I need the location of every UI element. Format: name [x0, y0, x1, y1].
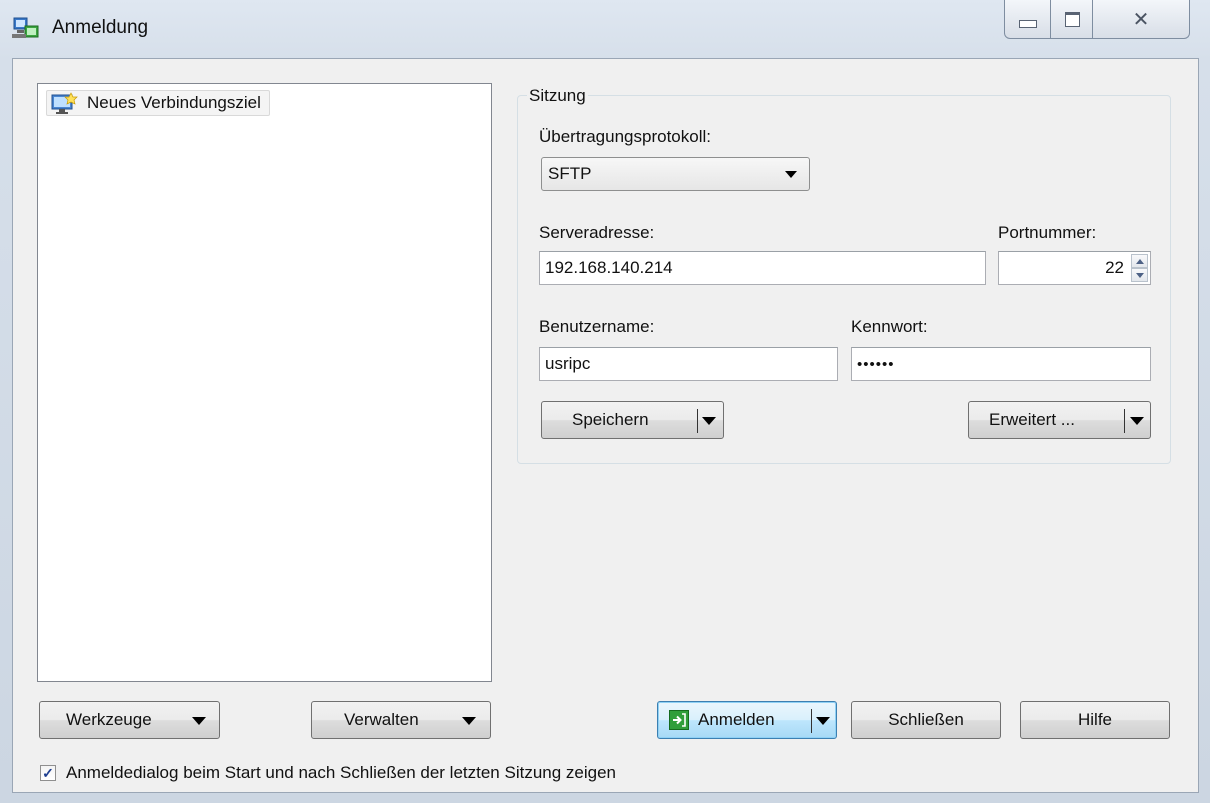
minimize-icon: [1019, 20, 1037, 28]
login-window: Anmeldung ✕ Neues Verbindungsziel Sitzun…: [0, 0, 1210, 803]
tree-item-label: Neues Verbindungsziel: [87, 93, 261, 112]
help-button-label: Hilfe: [1077, 710, 1112, 729]
tools-button-label: Werkzeuge: [66, 710, 152, 729]
caption-buttons: ✕: [1004, 0, 1190, 40]
split-separator: [697, 409, 698, 433]
advanced-dropdown-arrow-icon[interactable]: [1130, 417, 1144, 425]
login-dropdown-arrow-icon[interactable]: [816, 717, 830, 725]
protocol-select[interactable]: SFTP: [541, 157, 810, 191]
chevron-down-icon: [462, 717, 476, 725]
tree-item-new-site[interactable]: Neues Verbindungsziel: [46, 90, 270, 116]
show-login-dialog-checkbox[interactable]: ✓: [40, 765, 56, 781]
split-separator: [811, 709, 812, 733]
site-tree[interactable]: Neues Verbindungsziel: [37, 83, 492, 682]
port-increment-button[interactable]: [1131, 254, 1148, 268]
port-number-stepper[interactable]: 22: [998, 251, 1151, 285]
manage-menu-button[interactable]: Verwalten: [311, 701, 491, 739]
protocol-label: Übertragungsprotokoll:: [539, 127, 711, 146]
close-window-button[interactable]: ✕: [1092, 0, 1190, 39]
tools-menu-button[interactable]: Werkzeuge: [39, 701, 220, 739]
close-button[interactable]: Schließen: [851, 701, 1001, 739]
save-dropdown-arrow-icon[interactable]: [702, 417, 716, 425]
username-value: usripc: [545, 354, 591, 373]
username-field[interactable]: usripc: [539, 347, 838, 381]
chevron-up-icon: [1135, 258, 1144, 264]
chevron-down-icon: [785, 171, 797, 178]
save-button-label: Speichern: [572, 410, 649, 429]
manage-button-label: Verwalten: [344, 710, 419, 729]
username-label: Benutzername:: [539, 317, 655, 336]
login-button-label: Anmelden: [698, 710, 775, 729]
close-button-label: Schließen: [888, 710, 964, 729]
advanced-button-label: Erweitert ...: [989, 410, 1075, 429]
app-icon: [12, 17, 39, 38]
password-label: Kennwort:: [851, 317, 928, 336]
password-field[interactable]: ••••••: [851, 347, 1151, 381]
server-address-value: 192.168.140.214: [545, 258, 673, 277]
chevron-down-icon: [1135, 272, 1144, 278]
dialog-client-area: Neues Verbindungsziel Sitzung Übertragun…: [12, 58, 1199, 793]
port-decrement-button[interactable]: [1131, 268, 1148, 282]
window-title: Anmeldung: [52, 17, 149, 38]
password-value: ••••••: [857, 355, 895, 373]
server-label: Serveradresse:: [539, 223, 655, 242]
login-split-button[interactable]: Anmelden: [657, 701, 837, 739]
advanced-split-button[interactable]: Erweitert ...: [968, 401, 1151, 439]
show-login-dialog-label[interactable]: Anmeldedialog beim Start und nach Schlie…: [66, 763, 616, 783]
maximize-button[interactable]: [1050, 0, 1094, 39]
new-site-computer-icon: [51, 92, 78, 114]
checkmark-icon: ✓: [42, 764, 54, 781]
maximize-icon: [1064, 11, 1080, 27]
protocol-value: SFTP: [548, 164, 592, 183]
port-label: Portnummer:: [998, 223, 1097, 242]
session-group-legend: Sitzung: [527, 86, 588, 106]
server-address-field[interactable]: 192.168.140.214: [539, 251, 986, 285]
chevron-down-icon: [192, 717, 206, 725]
help-button[interactable]: Hilfe: [1020, 701, 1170, 739]
save-split-button[interactable]: Speichern: [541, 401, 724, 439]
split-separator: [1124, 409, 1125, 433]
minimize-button[interactable]: [1004, 0, 1052, 39]
login-icon: [669, 710, 689, 730]
port-value: 22: [1105, 258, 1124, 277]
close-icon: ✕: [1132, 8, 1150, 31]
title-bar[interactable]: Anmeldung ✕: [0, 0, 1210, 56]
